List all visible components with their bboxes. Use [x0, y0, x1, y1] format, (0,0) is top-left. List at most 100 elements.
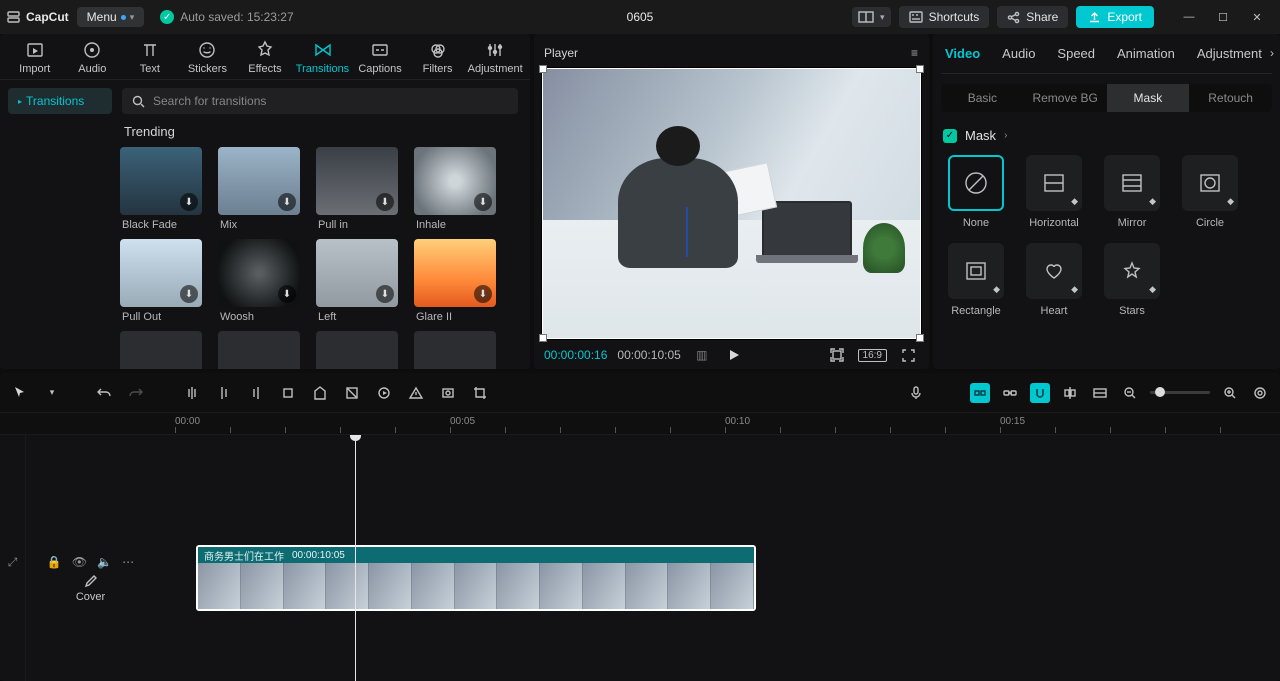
- transition-item[interactable]: [218, 331, 312, 369]
- download-icon[interactable]: ⬇: [376, 285, 394, 303]
- align-icon[interactable]: [1060, 383, 1080, 403]
- reverse-tool[interactable]: [342, 383, 362, 403]
- transition-item[interactable]: ⬇Pull in: [316, 147, 410, 231]
- play-button[interactable]: [723, 348, 745, 362]
- tab-captions[interactable]: Captions: [353, 40, 407, 75]
- delete-tool[interactable]: [278, 383, 298, 403]
- mic-icon[interactable]: [906, 383, 926, 403]
- subtab-retouch[interactable]: Retouch: [1189, 84, 1272, 112]
- mask-heart[interactable]: ◆ Heart: [1023, 243, 1085, 317]
- aspect-ratio[interactable]: 16:9: [858, 349, 887, 362]
- snap-main-icon[interactable]: [970, 383, 990, 403]
- tab-import[interactable]: Import: [8, 40, 62, 75]
- scale-icon[interactable]: [826, 347, 848, 363]
- inspector-tab-animation[interactable]: Animation: [1113, 46, 1179, 61]
- chevron-right-icon[interactable]: ›: [1004, 130, 1007, 141]
- freeze-tool[interactable]: [438, 383, 458, 403]
- resize-handle[interactable]: [916, 334, 924, 342]
- subtab-mask[interactable]: Mask: [1107, 84, 1190, 112]
- layout-button[interactable]: ▾: [852, 7, 891, 27]
- mask-stars[interactable]: ◆ Stars: [1101, 243, 1163, 317]
- transition-item[interactable]: ⬇Woosh: [218, 239, 312, 323]
- marker-tool[interactable]: [310, 383, 330, 403]
- timeline-ruler[interactable]: 00:00 00:05 00:10 00:15: [0, 413, 1280, 435]
- shortcuts-button[interactable]: Shortcuts: [899, 6, 990, 28]
- export-button[interactable]: Export: [1076, 6, 1154, 28]
- transition-item[interactable]: ⬇Mix: [218, 147, 312, 231]
- subtab-removebg[interactable]: Remove BG: [1024, 84, 1107, 112]
- inspector-tab-speed[interactable]: Speed: [1053, 46, 1099, 61]
- mask-horizontal[interactable]: ◆ Horizontal: [1023, 155, 1085, 229]
- transition-item[interactable]: ⬇Black Fade: [120, 147, 214, 231]
- chevron-down-icon[interactable]: ▾: [42, 383, 62, 403]
- snap-icon[interactable]: [1030, 383, 1050, 403]
- transition-item[interactable]: ⬇Inhale: [414, 147, 508, 231]
- trim-right-tool[interactable]: [246, 383, 266, 403]
- download-icon[interactable]: ⬇: [474, 285, 492, 303]
- resize-handle[interactable]: [539, 65, 547, 73]
- transition-item[interactable]: [120, 331, 214, 369]
- player-viewport[interactable]: [542, 68, 921, 339]
- warning-tool[interactable]: [406, 383, 426, 403]
- transition-item[interactable]: [316, 331, 410, 369]
- download-icon[interactable]: ⬇: [278, 193, 296, 211]
- subtab-basic[interactable]: Basic: [941, 84, 1024, 112]
- transition-item[interactable]: ⬇Pull Out: [120, 239, 214, 323]
- eye-icon[interactable]: 👁: [72, 555, 87, 569]
- fullscreen-icon[interactable]: [897, 348, 919, 363]
- lock-icon[interactable]: 🔒: [47, 555, 62, 569]
- split-tool[interactable]: [182, 383, 202, 403]
- trim-left-tool[interactable]: [214, 383, 234, 403]
- tracks-body[interactable]: 商务男士们在工作 00:00:10:05: [156, 435, 1280, 681]
- zoom-in-icon[interactable]: [1220, 383, 1240, 403]
- tab-adjustment[interactable]: Adjustment: [468, 40, 522, 75]
- preview-icon[interactable]: [1090, 383, 1110, 403]
- mute-icon[interactable]: 🔈: [97, 555, 112, 569]
- inspector-tab-audio[interactable]: Audio: [998, 46, 1039, 61]
- resize-handle[interactable]: [539, 334, 547, 342]
- project-name[interactable]: 0605: [627, 10, 654, 24]
- mask-rectangle[interactable]: ◆ Rectangle: [945, 243, 1007, 317]
- inspector-tab-adjustment[interactable]: Adjustment: [1193, 46, 1266, 61]
- expand-icon[interactable]: ⤢: [8, 555, 18, 570]
- crop-tool[interactable]: [470, 383, 490, 403]
- mask-circle[interactable]: ◆ Circle: [1179, 155, 1241, 229]
- video-clip[interactable]: 商务男士们在工作 00:00:10:05: [196, 545, 756, 611]
- download-icon[interactable]: ⬇: [180, 193, 198, 211]
- tab-text[interactable]: Text: [123, 40, 177, 75]
- menu-button[interactable]: Menu ▾: [77, 7, 145, 27]
- download-icon[interactable]: ⬇: [180, 285, 198, 303]
- cover-button[interactable]: Cover: [76, 573, 105, 603]
- record-tool[interactable]: [374, 383, 394, 403]
- maximize-button[interactable]: ☐: [1206, 3, 1240, 31]
- list-icon[interactable]: ▥: [691, 348, 713, 362]
- minimize-button[interactable]: —: [1172, 3, 1206, 31]
- mask-mirror[interactable]: ◆ Mirror: [1101, 155, 1163, 229]
- download-icon[interactable]: ⬇: [278, 285, 296, 303]
- player-menu-icon[interactable]: ≡: [911, 46, 919, 60]
- link-icon[interactable]: [1000, 383, 1020, 403]
- more-icon[interactable]: ⋯: [122, 555, 134, 569]
- video-frame[interactable]: [542, 68, 921, 339]
- pointer-tool[interactable]: [10, 383, 30, 403]
- undo-button[interactable]: [94, 383, 114, 403]
- redo-button[interactable]: [126, 383, 146, 403]
- tab-filters[interactable]: Filters: [411, 40, 465, 75]
- tab-audio[interactable]: Audio: [65, 40, 119, 75]
- tab-stickers[interactable]: Stickers: [180, 40, 234, 75]
- zoom-fit-icon[interactable]: [1250, 383, 1270, 403]
- zoom-slider[interactable]: [1150, 391, 1210, 394]
- zoom-out-icon[interactable]: [1120, 383, 1140, 403]
- sidebar-item-transitions[interactable]: ▸ Transitions: [8, 88, 112, 114]
- download-icon[interactable]: ⬇: [376, 193, 394, 211]
- chevron-right-icon[interactable]: ›: [1270, 46, 1274, 60]
- tab-transitions[interactable]: Transitions: [296, 40, 350, 75]
- close-button[interactable]: ✕: [1240, 3, 1274, 31]
- transition-item[interactable]: [414, 331, 508, 369]
- tab-effects[interactable]: Effects: [238, 40, 292, 75]
- download-icon[interactable]: ⬇: [474, 193, 492, 211]
- resize-handle[interactable]: [916, 65, 924, 73]
- mask-checkbox[interactable]: ✓: [943, 129, 957, 143]
- search-input[interactable]: Search for transitions: [122, 88, 518, 114]
- playhead[interactable]: [355, 435, 356, 681]
